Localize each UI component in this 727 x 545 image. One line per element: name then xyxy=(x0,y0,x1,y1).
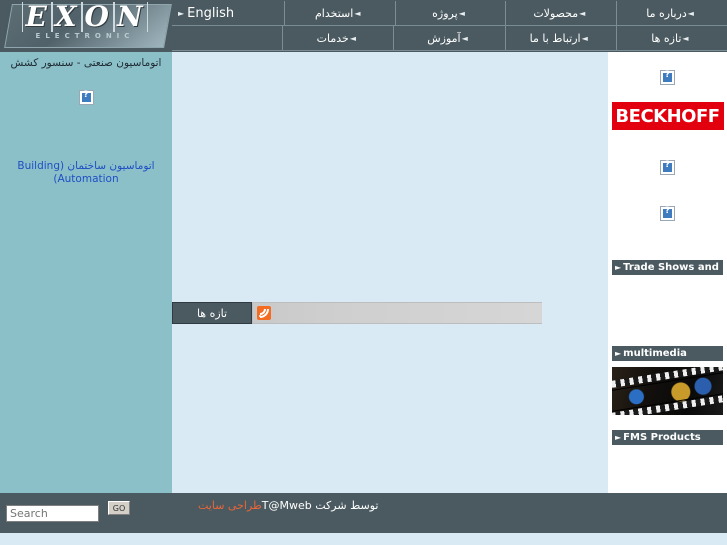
broken-image-icon xyxy=(660,205,675,221)
nav-label: تازه ها xyxy=(651,31,682,45)
nav-item-news[interactable]: ◄ تازه ها xyxy=(615,26,727,51)
nav-item-about[interactable]: ◄ درباره ما xyxy=(616,1,727,26)
rss-feed-icon[interactable] xyxy=(257,306,271,320)
nav-label: خدمات xyxy=(316,31,349,45)
triangle-left-icon: ◄ xyxy=(461,33,468,43)
filmstrip-perforation-top xyxy=(612,367,723,390)
nav-row-secondary: ◄ تازه ها ◄ ارتباط با ما ◄ آموزش ◄ خدمات xyxy=(171,26,727,51)
credit-link[interactable]: طراحی سایت xyxy=(198,499,262,512)
right-image-slot-lower xyxy=(608,198,727,228)
news-bar: تازه ها xyxy=(172,302,542,324)
nav-item-projects[interactable]: ◄ پروژه xyxy=(394,1,506,26)
nav-item-english[interactable]: ► English xyxy=(172,1,284,26)
right-image-slot-middle xyxy=(608,152,727,182)
credit-text: توسط شرکت T@Mweb xyxy=(261,498,379,512)
triangle-left-icon: ◄ xyxy=(581,33,588,43)
nav-item-careers[interactable]: ◄ استخدام xyxy=(283,1,395,26)
search-form: GO xyxy=(6,501,130,525)
beckhoff-logo[interactable]: BECKHOFF xyxy=(611,102,724,130)
panel-header-multimedia[interactable]: ► multimedia xyxy=(612,346,723,361)
triangle-right-icon: ► xyxy=(615,263,622,272)
multimedia-filmstrip-image[interactable] xyxy=(612,367,723,415)
panel-title: multimedia xyxy=(623,348,687,359)
triangle-right-icon: ► xyxy=(615,433,622,442)
page-root: EXON ELECTRONIC ◄ درباره ما ◄ محصولات ◄ … xyxy=(0,0,727,545)
broken-image-icon xyxy=(660,69,675,85)
sidebar-image-slot xyxy=(0,80,172,114)
news-tab[interactable]: تازه ها xyxy=(172,302,252,324)
triangle-left-icon: ◄ xyxy=(687,8,694,18)
main-navigation: ◄ درباره ما ◄ محصولات ◄ پروژه ◄ استخدام … xyxy=(171,0,727,52)
nav-label: درباره ما xyxy=(646,6,687,20)
nav-label: استخدام xyxy=(314,6,354,20)
nav-label: پروژه xyxy=(432,6,458,20)
nav-label: محصولات xyxy=(533,6,579,20)
triangle-left-icon: ◄ xyxy=(458,8,465,18)
panel-title: Trade Shows and Events xyxy=(623,262,727,273)
broken-image-icon xyxy=(78,89,94,105)
triangle-right-icon: ► xyxy=(615,349,622,358)
site-header: EXON ELECTRONIC ◄ درباره ما ◄ محصولات ◄ … xyxy=(0,0,727,52)
triangle-left-icon: ◄ xyxy=(354,8,361,18)
triangle-right-icon: ► xyxy=(178,8,185,18)
triangle-left-icon: ◄ xyxy=(682,33,689,43)
triangle-left-icon: ◄ xyxy=(349,33,356,43)
panel-header-trade-shows[interactable]: ► Trade Shows and Events xyxy=(612,260,727,275)
right-image-slot-top xyxy=(608,62,727,92)
sidebar-heading: اتوماسیون صنعتی - سنسور کشش xyxy=(10,57,162,69)
broken-image-icon xyxy=(660,159,675,175)
sidebar-link-building-automation[interactable]: اتوماسیون ساختمان (Building Automation) xyxy=(0,160,172,186)
nav-item-products[interactable]: ◄ محصولات xyxy=(505,1,617,26)
nav-row-primary: ◄ درباره ما ◄ محصولات ◄ پروژه ◄ استخدام … xyxy=(172,1,727,26)
search-input[interactable] xyxy=(6,504,99,522)
site-credit: طراحی سایت توسط شرکت T@Mweb xyxy=(195,493,378,517)
right-sidebar: BECKHOFF ► Trade Shows and Events ► mult… xyxy=(608,52,727,493)
main-content: تازه ها xyxy=(172,52,608,493)
search-go-button[interactable]: GO xyxy=(108,501,130,515)
nav-label: English xyxy=(187,5,235,21)
bottom-strip xyxy=(0,533,727,545)
nav-item-services[interactable]: ◄ خدمات xyxy=(282,26,394,51)
site-footer: GO طراحی سایت توسط شرکت T@Mweb xyxy=(0,493,727,533)
nav-item-training[interactable]: ◄ آموزش xyxy=(393,26,505,51)
triangle-left-icon: ◄ xyxy=(579,8,586,18)
nav-item-contact[interactable]: ◄ ارتباط با ما xyxy=(504,26,616,51)
news-ticker-strip xyxy=(252,302,542,324)
logo-tagline: ELECTRONIC xyxy=(35,32,135,40)
left-sidebar: اتوماسیون صنعتی - سنسور کشش اتوماسیون سا… xyxy=(0,52,172,493)
nav-label: آموزش xyxy=(427,31,461,45)
panel-title: FMS Products xyxy=(623,432,701,443)
site-logo[interactable]: EXON ELECTRONIC xyxy=(0,0,172,52)
logo-wordmark: EXON xyxy=(10,2,160,32)
nav-item-empty xyxy=(171,26,283,51)
nav-label: ارتباط با ما xyxy=(529,31,581,45)
panel-header-fms-products[interactable]: ► FMS Products xyxy=(612,430,723,445)
